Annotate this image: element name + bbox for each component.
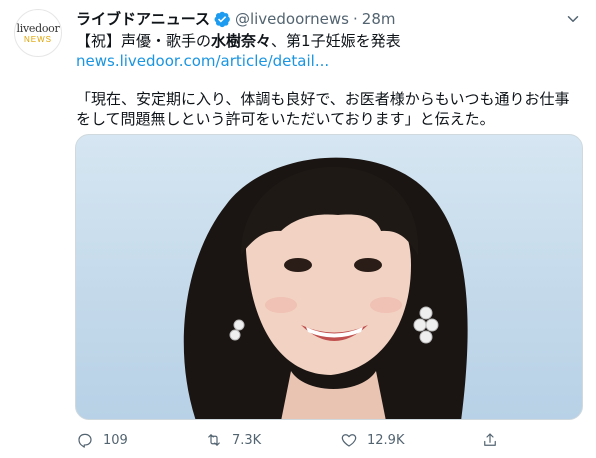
quote-line-2: をして問題無しという許可をいただいております」と伝えた。 <box>76 110 495 128</box>
share-icon <box>484 433 496 446</box>
avatar-logo-text: livedoor <box>16 21 60 35</box>
verified-badge-icon <box>213 10 231 28</box>
account-name[interactable]: ライブドアニュース <box>76 9 210 29</box>
tweet-timestamp[interactable]: 28m <box>362 9 396 29</box>
tweet-photo[interactable] <box>75 134 583 420</box>
tweet-actions: 109 7.3K 12.9K <box>76 428 584 452</box>
header-separator: · <box>353 10 358 28</box>
heart-icon <box>341 434 357 447</box>
headline-highlight: 水樹奈々 <box>211 32 272 50</box>
like-button[interactable]: 12.9K <box>340 428 404 452</box>
quote-line-1: 「現在、安定期に入り、体調も良好で、お医者様からもいつも通りお仕事 <box>76 90 570 108</box>
headline-suffix: 、第1子妊娠を発表 <box>271 32 401 50</box>
portrait-illustration <box>183 157 468 419</box>
headline-prefix: 【祝】声優・歌手の <box>76 32 212 50</box>
reply-icon <box>78 433 92 448</box>
article-link[interactable]: news.livedoor.com/article/detail... <box>76 51 329 71</box>
chevron-down-icon[interactable] <box>564 10 582 28</box>
avatar[interactable]: livedoor NEWS <box>14 9 62 57</box>
tweet-header: ライブドアニュース @livedoornews · 28m <box>76 9 395 29</box>
like-count: 12.9K <box>367 432 405 448</box>
retweet-count: 7.3K <box>232 432 262 448</box>
reply-button[interactable]: 109 <box>76 428 128 452</box>
tweet-card[interactable]: livedoor NEWS ライブドアニュース @livedoornews · … <box>0 0 596 458</box>
avatar-logo-subtext: NEWS <box>24 34 52 44</box>
reply-count: 109 <box>103 432 128 448</box>
share-button[interactable] <box>481 428 508 452</box>
tweet-headline: 【祝】声優・歌手の水樹奈々、第1子妊娠を発表 <box>76 31 401 51</box>
retweet-button[interactable]: 7.3K <box>205 428 261 452</box>
account-handle[interactable]: @livedoornews <box>235 9 349 29</box>
retweet-icon <box>208 434 220 446</box>
